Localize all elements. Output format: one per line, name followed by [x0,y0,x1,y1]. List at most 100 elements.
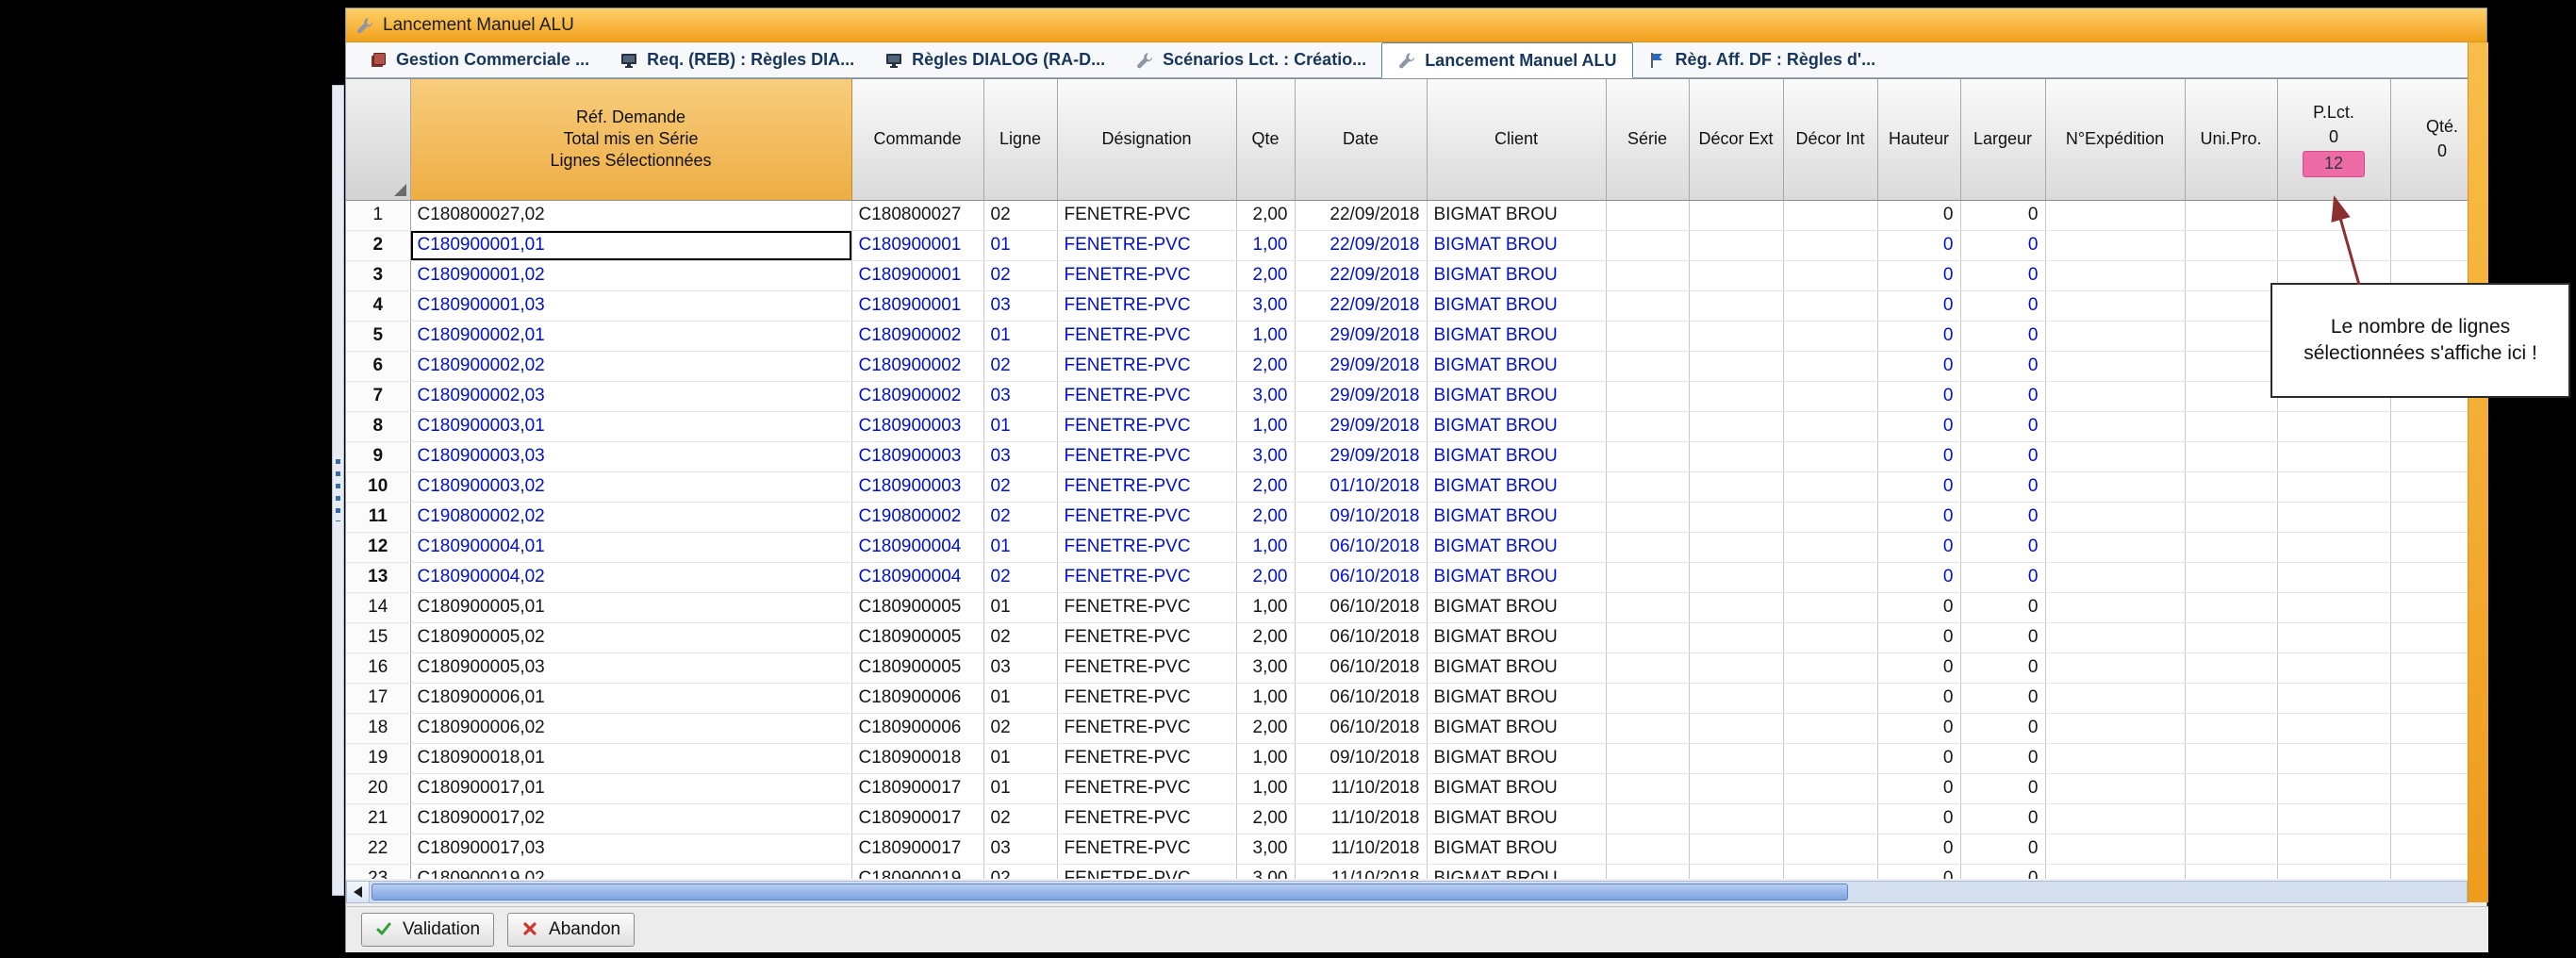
row-number[interactable]: 13 [346,562,410,592]
cell-expedition[interactable] [2045,834,2185,864]
cell-commande[interactable]: C180900017 [851,773,983,803]
cell-designation[interactable]: FENETRE-PVC [1057,652,1236,683]
cell-qte[interactable]: 2,00 [1236,471,1295,502]
cell-qte2[interactable] [2390,864,2468,879]
cell-largeur[interactable]: 0 [1960,652,2045,683]
cell-ref[interactable]: C180900017,02 [410,803,851,834]
cell-serie[interactable] [1606,441,1689,471]
cell-qte2[interactable] [2390,803,2468,834]
row-number[interactable]: 12 [346,532,410,562]
cell-client[interactable]: BIGMAT BROU [1427,864,1606,879]
row-number[interactable]: 15 [346,622,410,652]
cell-plct[interactable] [2277,713,2390,743]
cell-date[interactable]: 11/10/2018 [1295,773,1427,803]
cell-decor_ext[interactable] [1689,230,1783,260]
cell-designation[interactable]: FENETRE-PVC [1057,502,1236,532]
cell-commande[interactable]: C180900006 [851,713,983,743]
cell-largeur[interactable]: 0 [1960,743,2045,773]
cell-date[interactable]: 06/10/2018 [1295,532,1427,562]
cell-largeur[interactable]: 0 [1960,441,2045,471]
cell-qte[interactable]: 2,00 [1236,562,1295,592]
cell-commande[interactable]: C180900003 [851,441,983,471]
cell-qte[interactable]: 2,00 [1236,622,1295,652]
cell-expedition[interactable] [2045,290,2185,321]
cell-hauteur[interactable]: 0 [1877,834,1960,864]
cell-date[interactable]: 06/10/2018 [1295,562,1427,592]
cell-decor_int[interactable] [1783,471,1877,502]
cell-qte[interactable]: 3,00 [1236,652,1295,683]
row-number[interactable]: 5 [346,321,410,351]
cell-decor_ext[interactable] [1689,864,1783,879]
cell-hauteur[interactable]: 0 [1877,351,1960,381]
cell-designation[interactable]: FENETRE-PVC [1057,592,1236,622]
cell-client[interactable]: BIGMAT BROU [1427,713,1606,743]
cell-unipro[interactable] [2185,411,2277,441]
cell-date[interactable]: 11/10/2018 [1295,834,1427,864]
cell-qte2[interactable] [2390,652,2468,683]
cell-largeur[interactable]: 0 [1960,713,2045,743]
cell-expedition[interactable] [2045,351,2185,381]
cell-ligne[interactable]: 01 [983,411,1057,441]
cell-client[interactable]: BIGMAT BROU [1427,622,1606,652]
cell-expedition[interactable] [2045,260,2185,290]
cell-qte2[interactable] [2390,743,2468,773]
cell-designation[interactable]: FENETRE-PVC [1057,471,1236,502]
cell-decor_ext[interactable] [1689,592,1783,622]
cell-largeur[interactable]: 0 [1960,471,2045,502]
cell-qte2[interactable] [2390,441,2468,471]
cell-decor_ext[interactable] [1689,562,1783,592]
validation-button[interactable]: Validation [361,913,494,947]
cell-client[interactable]: BIGMAT BROU [1427,834,1606,864]
cell-expedition[interactable] [2045,683,2185,713]
cell-qte2[interactable] [2390,502,2468,532]
cell-decor_ext[interactable] [1689,803,1783,834]
cell-expedition[interactable] [2045,803,2185,834]
cell-commande[interactable]: C180900004 [851,532,983,562]
cell-unipro[interactable] [2185,260,2277,290]
cell-unipro[interactable] [2185,652,2277,683]
cell-commande[interactable]: C180900002 [851,351,983,381]
cell-date[interactable]: 22/09/2018 [1295,200,1427,230]
cell-expedition[interactable] [2045,381,2185,411]
cell-ligne[interactable]: 02 [983,471,1057,502]
cell-ligne[interactable]: 02 [983,562,1057,592]
cell-plct[interactable] [2277,471,2390,502]
cell-decor_int[interactable] [1783,381,1877,411]
cell-ref[interactable]: C180900001,02 [410,260,851,290]
cell-qte[interactable]: 2,00 [1236,260,1295,290]
cell-date[interactable]: 06/10/2018 [1295,652,1427,683]
cell-largeur[interactable]: 0 [1960,351,2045,381]
cell-decor_ext[interactable] [1689,260,1783,290]
cell-ref[interactable]: C180900006,01 [410,683,851,713]
cell-hauteur[interactable]: 0 [1877,411,1960,441]
tab-scenarios-lct[interactable]: Scénarios Lct. : Créatio... [1120,42,1381,77]
cell-qte2[interactable] [2390,622,2468,652]
cell-expedition[interactable] [2045,230,2185,260]
cell-commande[interactable]: C180900005 [851,622,983,652]
cell-ref[interactable]: C180900001,01 [410,230,851,260]
cell-expedition[interactable] [2045,200,2185,230]
cell-designation[interactable]: FENETRE-PVC [1057,864,1236,879]
cell-date[interactable]: 11/10/2018 [1295,803,1427,834]
cell-plct[interactable] [2277,562,2390,592]
cell-serie[interactable] [1606,713,1689,743]
cell-unipro[interactable] [2185,321,2277,351]
cell-qte[interactable]: 1,00 [1236,683,1295,713]
cell-ligne[interactable]: 01 [983,321,1057,351]
cell-designation[interactable]: FENETRE-PVC [1057,713,1236,743]
cell-unipro[interactable] [2185,562,2277,592]
cell-largeur[interactable]: 0 [1960,562,2045,592]
cell-commande[interactable]: C180900002 [851,381,983,411]
row-number[interactable]: 11 [346,502,410,532]
cell-ref[interactable]: C180900002,01 [410,321,851,351]
cell-date[interactable]: 06/10/2018 [1295,683,1427,713]
horizontal-scrollbar[interactable] [346,881,2468,903]
cell-serie[interactable] [1606,743,1689,773]
cell-commande[interactable]: C180900001 [851,230,983,260]
cell-largeur[interactable]: 0 [1960,592,2045,622]
cell-decor_ext[interactable] [1689,713,1783,743]
cell-ligne[interactable]: 02 [983,803,1057,834]
cell-ligne[interactable]: 01 [983,532,1057,562]
cell-decor_int[interactable] [1783,864,1877,879]
cell-client[interactable]: BIGMAT BROU [1427,743,1606,773]
